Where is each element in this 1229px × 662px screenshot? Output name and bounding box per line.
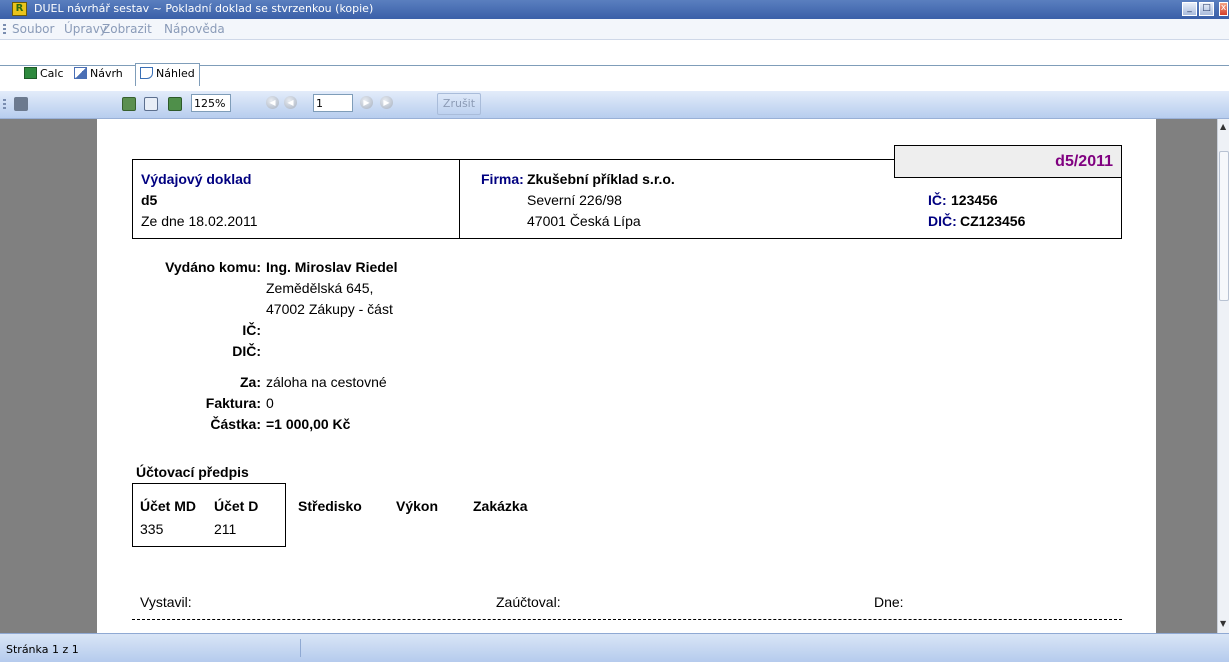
document-number: d5/2011 bbox=[1055, 153, 1113, 170]
issued-to-name: Ing. Miroslav Riedel bbox=[266, 259, 398, 275]
tab-calc[interactable]: Calc bbox=[20, 64, 68, 85]
tab-nahled-label: Náhled bbox=[156, 67, 195, 80]
scroll-up-icon[interactable]: ▲ bbox=[1220, 122, 1226, 131]
minimize-button[interactable]: _ bbox=[1182, 2, 1197, 16]
firm-name: Zkušební příklad s.r.o. bbox=[527, 171, 675, 187]
vertical-scrollbar[interactable]: ▲ ▼ bbox=[1217, 119, 1229, 633]
scroll-down-icon[interactable]: ▼ bbox=[1220, 619, 1226, 628]
firm-ic-value: 123456 bbox=[951, 192, 998, 208]
scroll-thumb[interactable] bbox=[1219, 151, 1229, 301]
firm-label: Firma: bbox=[481, 171, 524, 187]
title-bar: R DUEL návrhář sestav ~ Pokladní doklad … bbox=[0, 0, 1229, 19]
menu-zobrazit[interactable]: Zobrazit bbox=[102, 22, 152, 36]
issued-to-street: Zemědělská 645, bbox=[266, 280, 374, 296]
date-label: Dne: bbox=[874, 594, 904, 610]
document-type: Výdajový doklad bbox=[141, 171, 252, 187]
maximize-button[interactable]: □ bbox=[1199, 2, 1214, 16]
cell-ucet-md: 335 bbox=[140, 521, 164, 537]
page-width-icon[interactable] bbox=[144, 97, 158, 111]
next-page-icon[interactable]: ▶ bbox=[360, 96, 373, 109]
status-separator bbox=[300, 639, 301, 657]
firm-dic-value: CZ123456 bbox=[960, 213, 1026, 229]
cell-ucet-d: 211 bbox=[214, 521, 237, 537]
amount-value: =1 000,00 Kč bbox=[266, 416, 351, 432]
recipient-ic-label: IČ: bbox=[242, 322, 261, 338]
document-date: Ze dne 18.02.2011 bbox=[141, 213, 258, 229]
issued-to-label: Vydáno komu: bbox=[165, 259, 261, 275]
column-ucet-d: Účet D bbox=[214, 498, 259, 514]
document-number-box: d5/2011 bbox=[894, 145, 1122, 178]
issued-by-label: Vystavil: bbox=[140, 594, 192, 610]
tab-nahled[interactable]: Náhled bbox=[135, 63, 200, 86]
menu-napoveda[interactable]: Nápověda bbox=[164, 22, 225, 36]
previous-page-icon[interactable]: ◀ bbox=[284, 96, 297, 109]
document-code: d5 bbox=[141, 192, 158, 208]
window-title: DUEL návrhář sestav ~ Pokladní doklad se… bbox=[34, 2, 374, 15]
tab-calc-label: Calc bbox=[40, 67, 64, 80]
edit-icon bbox=[74, 67, 87, 79]
amount-label: Částka: bbox=[210, 416, 261, 432]
posting-title: Účtovací předpis bbox=[136, 464, 249, 480]
report-page: d5/2011 Výdajový doklad d5 Ze dne 18.02.… bbox=[97, 119, 1156, 633]
tab-navrh[interactable]: Návrh bbox=[70, 64, 127, 85]
invoice-value: 0 bbox=[266, 395, 274, 411]
firm-street: Severní 226/98 bbox=[527, 192, 622, 208]
column-vykon: Výkon bbox=[396, 498, 439, 514]
firm-city: 47001 Česká Lípa bbox=[527, 213, 641, 229]
for-value: záloha na cestovné bbox=[266, 374, 387, 390]
account-box bbox=[132, 483, 286, 547]
for-label: Za: bbox=[240, 374, 261, 390]
preview-area[interactable]: d5/2011 Výdajový doklad d5 Ze dne 18.02.… bbox=[0, 119, 1229, 633]
menu-bar: Soubor Úpravy Zobrazit Nápověda bbox=[0, 19, 1229, 40]
print-icon[interactable] bbox=[14, 97, 28, 111]
grip-icon bbox=[3, 24, 6, 35]
cut-line bbox=[132, 619, 1122, 620]
app-icon: R bbox=[12, 2, 27, 16]
preview-toolbar: 125% ◀ ◀ 1 ▶ ▶ Zrušit bbox=[0, 91, 1229, 119]
zoom-field[interactable]: 125% bbox=[191, 94, 231, 112]
firm-dic-label: DIČ: bbox=[928, 213, 957, 229]
page-number-field[interactable]: 1 bbox=[313, 94, 353, 112]
zoom-icon[interactable] bbox=[168, 97, 182, 111]
firm-ic-label: IČ: bbox=[928, 192, 947, 208]
tab-bar: Calc Návrh Náhled bbox=[0, 40, 1229, 86]
menu-soubor[interactable]: Soubor bbox=[12, 22, 54, 36]
single-page-icon[interactable] bbox=[122, 97, 136, 111]
last-page-icon[interactable]: ▶ bbox=[380, 96, 393, 109]
calculator-icon bbox=[24, 67, 37, 79]
header-divider bbox=[459, 160, 460, 239]
close-button[interactable]: x bbox=[1219, 2, 1228, 16]
status-bar: Stránka 1 z 1 bbox=[0, 633, 1229, 662]
column-ucet-md: Účet MD bbox=[140, 498, 197, 514]
issued-to-city: 47002 Zákupy - část bbox=[266, 301, 393, 317]
posted-by-label: Zaúčtoval: bbox=[496, 594, 561, 610]
column-stredisko: Středisko bbox=[298, 498, 362, 514]
recipient-dic-label: DIČ: bbox=[232, 343, 261, 359]
first-page-icon[interactable]: ◀ bbox=[266, 96, 279, 109]
tab-navrh-label: Návrh bbox=[90, 67, 123, 80]
toolbar-grip-icon bbox=[3, 99, 6, 110]
cancel-button[interactable]: Zrušit bbox=[437, 93, 481, 115]
page-status: Stránka 1 z 1 bbox=[6, 643, 79, 656]
preview-icon bbox=[140, 67, 153, 79]
menu-upravy[interactable]: Úpravy bbox=[64, 22, 107, 36]
invoice-label: Faktura: bbox=[205, 395, 261, 411]
column-zakazka: Zakázka bbox=[473, 498, 528, 514]
